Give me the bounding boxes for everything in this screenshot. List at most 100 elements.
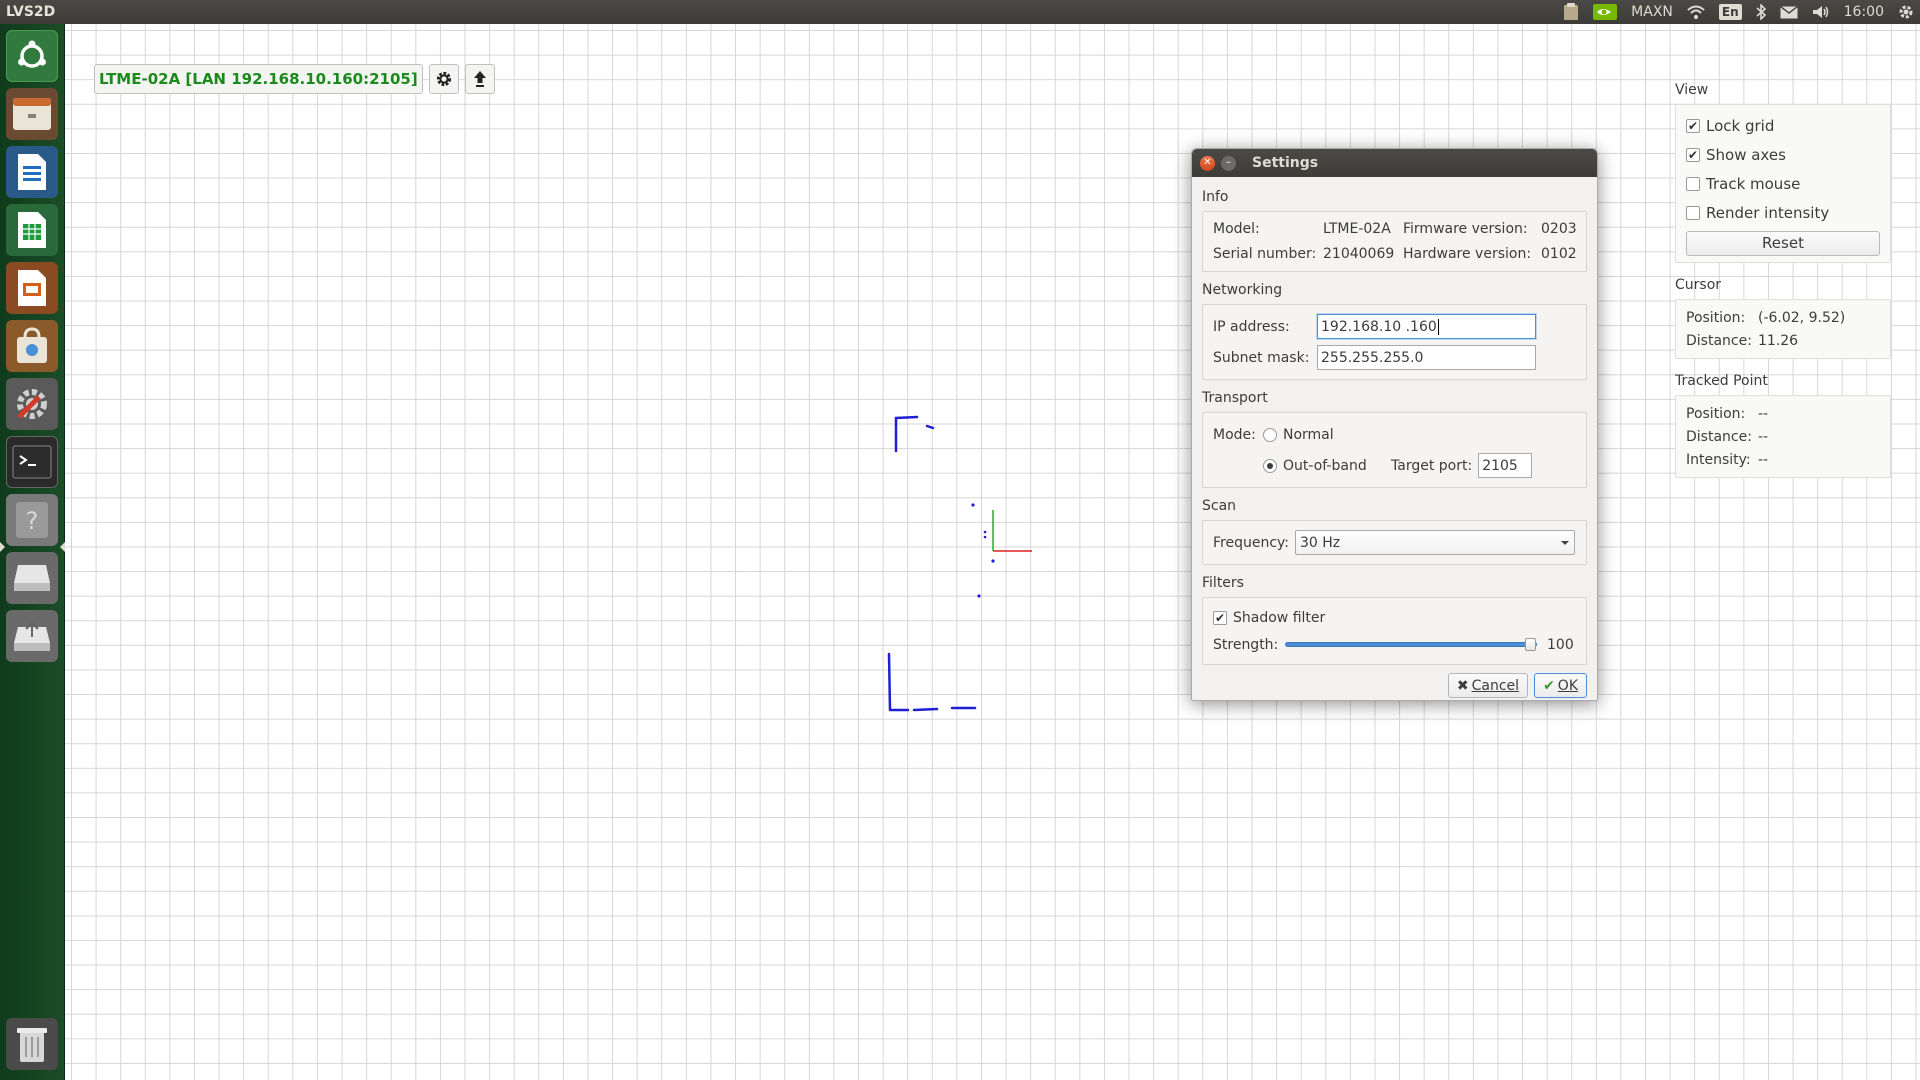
trash-launcher[interactable]: [6, 1018, 58, 1070]
frequency-value: 30 Hz: [1300, 534, 1341, 551]
model-value: LTME-02A: [1323, 221, 1391, 237]
serial-value: 21040069: [1323, 246, 1395, 262]
subnet-mask-input[interactable]: 255.255.255.0: [1317, 345, 1536, 370]
radio-selected-icon: [1267, 462, 1273, 469]
checkbox-unchecked-icon[interactable]: [1686, 205, 1700, 220]
mail-icon[interactable]: [1779, 3, 1798, 21]
view-section: ✔ Lock grid ✔ Show axes Track mouse Rend…: [1675, 104, 1891, 263]
scan-group: Frequency: 30 Hz: [1202, 520, 1587, 565]
shadow-filter-label[interactable]: Shadow filter: [1233, 610, 1325, 626]
checkbox-checked-icon[interactable]: ✔: [1686, 147, 1700, 162]
scan-plot: [887, 415, 1032, 712]
slider-handle[interactable]: [1525, 638, 1536, 651]
dialog-buttons: ✖ Cancel ✔ OK: [1202, 673, 1587, 698]
device-settings-button[interactable]: [428, 64, 459, 94]
upload-arrow-icon: [473, 71, 486, 87]
mode-oob-radio[interactable]: [1263, 458, 1277, 473]
usb-drive-launcher[interactable]: [6, 610, 58, 662]
svg-text:?: ?: [26, 507, 39, 535]
nvidia-icon[interactable]: [1593, 3, 1618, 21]
cursor-distance-value: 11.26: [1758, 332, 1799, 349]
scan-dot: [983, 530, 987, 534]
ok-button[interactable]: ✔ OK: [1534, 673, 1587, 698]
software-center-icon: [17, 327, 47, 363]
scan-segment: [894, 415, 919, 420]
volume-icon[interactable]: [1812, 3, 1830, 21]
target-port-input[interactable]: 2105: [1478, 453, 1533, 478]
system-settings-icon: [17, 389, 47, 419]
minimize-icon[interactable]: –: [1221, 155, 1236, 171]
model-label: Model:: [1213, 221, 1260, 237]
shadow-filter-checkbox[interactable]: ✔: [1213, 610, 1227, 625]
cursor-position-value: (-6.02, 9.52): [1758, 309, 1846, 326]
wifi-icon[interactable]: [1687, 3, 1705, 21]
track-mouse-checkbox[interactable]: Track mouse: [1686, 169, 1880, 198]
software-launcher[interactable]: [6, 320, 58, 372]
device-label[interactable]: LTME-02A [LAN 192.168.10.160:2105]: [94, 64, 423, 94]
tracked-position-value: --: [1758, 405, 1769, 422]
scan-points: [887, 415, 977, 712]
side-panel: View ✔ Lock grid ✔ Show axes Track mouse…: [1675, 82, 1891, 492]
lock-grid-checkbox[interactable]: ✔ Lock grid: [1686, 111, 1880, 140]
drive-icon: [14, 565, 50, 591]
terminal-launcher[interactable]: [6, 436, 58, 488]
libreoffice-writer-icon: [18, 154, 46, 190]
cancel-x-icon: ✖: [1456, 677, 1469, 694]
close-icon[interactable]: ✕: [1200, 155, 1215, 171]
indicator-area: MAXN En 16:00: [1563, 0, 1914, 24]
gear-icon: [436, 71, 451, 87]
trash-icon: [17, 1028, 47, 1062]
mode-normal-label[interactable]: Normal: [1283, 427, 1334, 443]
mode-oob-label[interactable]: Out-of-band: [1283, 458, 1391, 474]
strength-slider[interactable]: [1285, 638, 1537, 651]
unknown-app-launcher[interactable]: ?: [6, 494, 58, 546]
writer-launcher[interactable]: [6, 146, 58, 198]
usb-drive-icon: [14, 621, 50, 651]
files-launcher[interactable]: [6, 88, 58, 140]
track-mouse-label: Track mouse: [1706, 174, 1801, 193]
chevron-down-icon: [1561, 540, 1569, 545]
mode-label: Mode:: [1213, 426, 1256, 443]
scan-segment: [912, 707, 939, 712]
libreoffice-calc-icon: [18, 212, 46, 248]
filters-group-title: Filters: [1202, 575, 1244, 591]
impress-launcher[interactable]: [6, 262, 58, 314]
calc-launcher[interactable]: [6, 204, 58, 256]
mode-normal-radio[interactable]: [1263, 427, 1277, 442]
dialog-titlebar[interactable]: ✕ – Settings: [1192, 149, 1597, 177]
bluetooth-icon[interactable]: [1756, 3, 1766, 21]
frequency-select[interactable]: 30 Hz: [1295, 530, 1575, 555]
serial-label: Serial number:: [1213, 246, 1317, 262]
system-gear-icon[interactable]: [1898, 3, 1914, 21]
strength-label: Strength:: [1213, 636, 1279, 653]
cancel-button[interactable]: ✖ Cancel: [1447, 673, 1529, 698]
libreoffice-impress-icon: [18, 270, 46, 306]
clock[interactable]: 16:00: [1844, 4, 1884, 20]
ip-address-input[interactable]: 192.168.10 .160: [1317, 314, 1536, 339]
filters-group: ✔ Shadow filter Strength: 100: [1202, 597, 1587, 665]
show-axes-checkbox[interactable]: ✔ Show axes: [1686, 140, 1880, 169]
keyboard-layout-indicator[interactable]: En: [1718, 4, 1742, 20]
tracked-intensity-value: --: [1758, 451, 1769, 468]
reset-button[interactable]: Reset: [1686, 231, 1880, 256]
scan-segment: [925, 424, 935, 430]
networking-group-title: Networking: [1202, 282, 1283, 298]
checkbox-checked-icon[interactable]: ✔: [1686, 118, 1700, 133]
firmware-value: 0203: [1541, 221, 1577, 237]
cancel-button-label: Cancel: [1471, 677, 1520, 694]
clipboard-icon[interactable]: [1563, 3, 1579, 21]
dialog-body: Info Model: LTME-02A Firmware version: 0…: [1192, 177, 1597, 698]
checkbox-unchecked-icon[interactable]: [1686, 176, 1700, 191]
device-toolbar: LTME-02A [LAN 192.168.10.160:2105]: [94, 64, 495, 94]
system-settings-launcher[interactable]: [6, 378, 58, 430]
drive-launcher[interactable]: [6, 552, 58, 604]
tracked-distance-value: --: [1758, 428, 1769, 445]
firmware-label: Firmware version:: [1403, 221, 1528, 237]
dash-home-button[interactable]: [6, 30, 58, 82]
upload-button[interactable]: [464, 64, 495, 94]
scan-canvas[interactable]: [65, 24, 1920, 1080]
render-intensity-checkbox[interactable]: Render intensity: [1686, 198, 1880, 227]
scan-dot: [977, 594, 981, 598]
gpu-mode-label[interactable]: MAXN: [1631, 4, 1673, 20]
text-caret: [1437, 318, 1440, 335]
